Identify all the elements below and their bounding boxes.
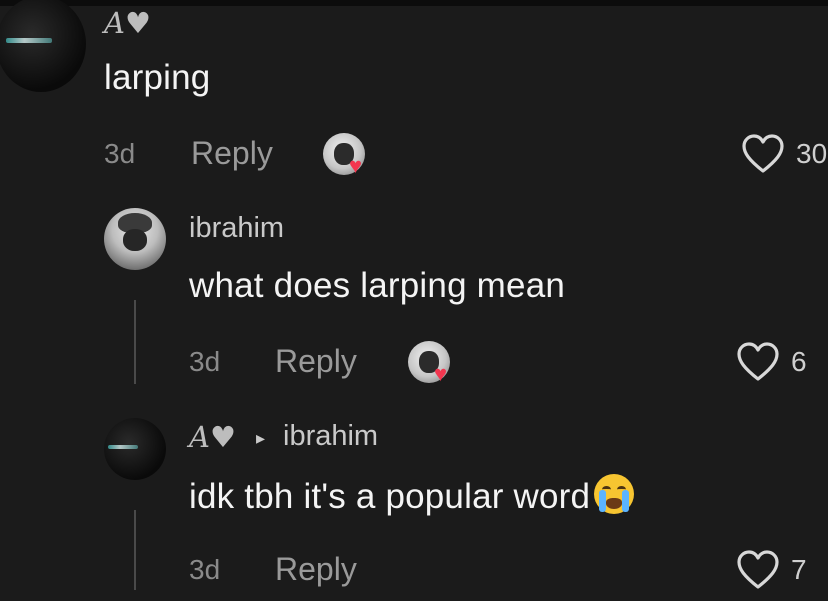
avatar[interactable]: [104, 418, 166, 480]
avatar-image-detail: [6, 38, 52, 44]
like-heart-icon[interactable]: [741, 133, 785, 175]
reply-arrow-icon: ▸: [256, 428, 266, 448]
like-count: 6: [791, 346, 807, 377]
avatar[interactable]: [104, 208, 166, 270]
reply-button[interactable]: Reply: [191, 135, 273, 172]
thread-line: [134, 300, 136, 384]
like-count: 30: [796, 138, 828, 169]
reply-button[interactable]: Reply: [275, 343, 357, 380]
comment-author[interactable]: A♥: [189, 420, 236, 454]
comment-author[interactable]: ibrahim: [189, 212, 284, 245]
avatar-image-detail: [108, 445, 138, 450]
comment-text: larping: [104, 58, 211, 97]
creator-liked-badge: ♥: [408, 341, 450, 386]
comment-timestamp: 3d: [189, 346, 221, 377]
comment-text: what does larping mean: [189, 266, 566, 305]
thread-line: [134, 510, 136, 590]
loudly-crying-face-icon: [594, 474, 635, 514]
avatar[interactable]: [0, 0, 86, 92]
reply-to-user[interactable]: ibrahim: [283, 420, 378, 453]
comment-author[interactable]: A♥: [104, 6, 151, 40]
comment-timestamp: 3d: [104, 138, 136, 169]
heart-icon: ♥: [349, 153, 363, 178]
reply-button[interactable]: Reply: [275, 551, 357, 588]
heart-icon: ♥: [434, 361, 448, 386]
like-heart-icon[interactable]: [736, 549, 780, 591]
creator-liked-badge: ♥: [323, 133, 365, 178]
like-count: 7: [791, 554, 807, 585]
comment-text: idk tbh it's a popular word: [189, 474, 635, 517]
like-heart-icon[interactable]: [736, 341, 780, 383]
comment-timestamp: 3d: [189, 554, 221, 585]
